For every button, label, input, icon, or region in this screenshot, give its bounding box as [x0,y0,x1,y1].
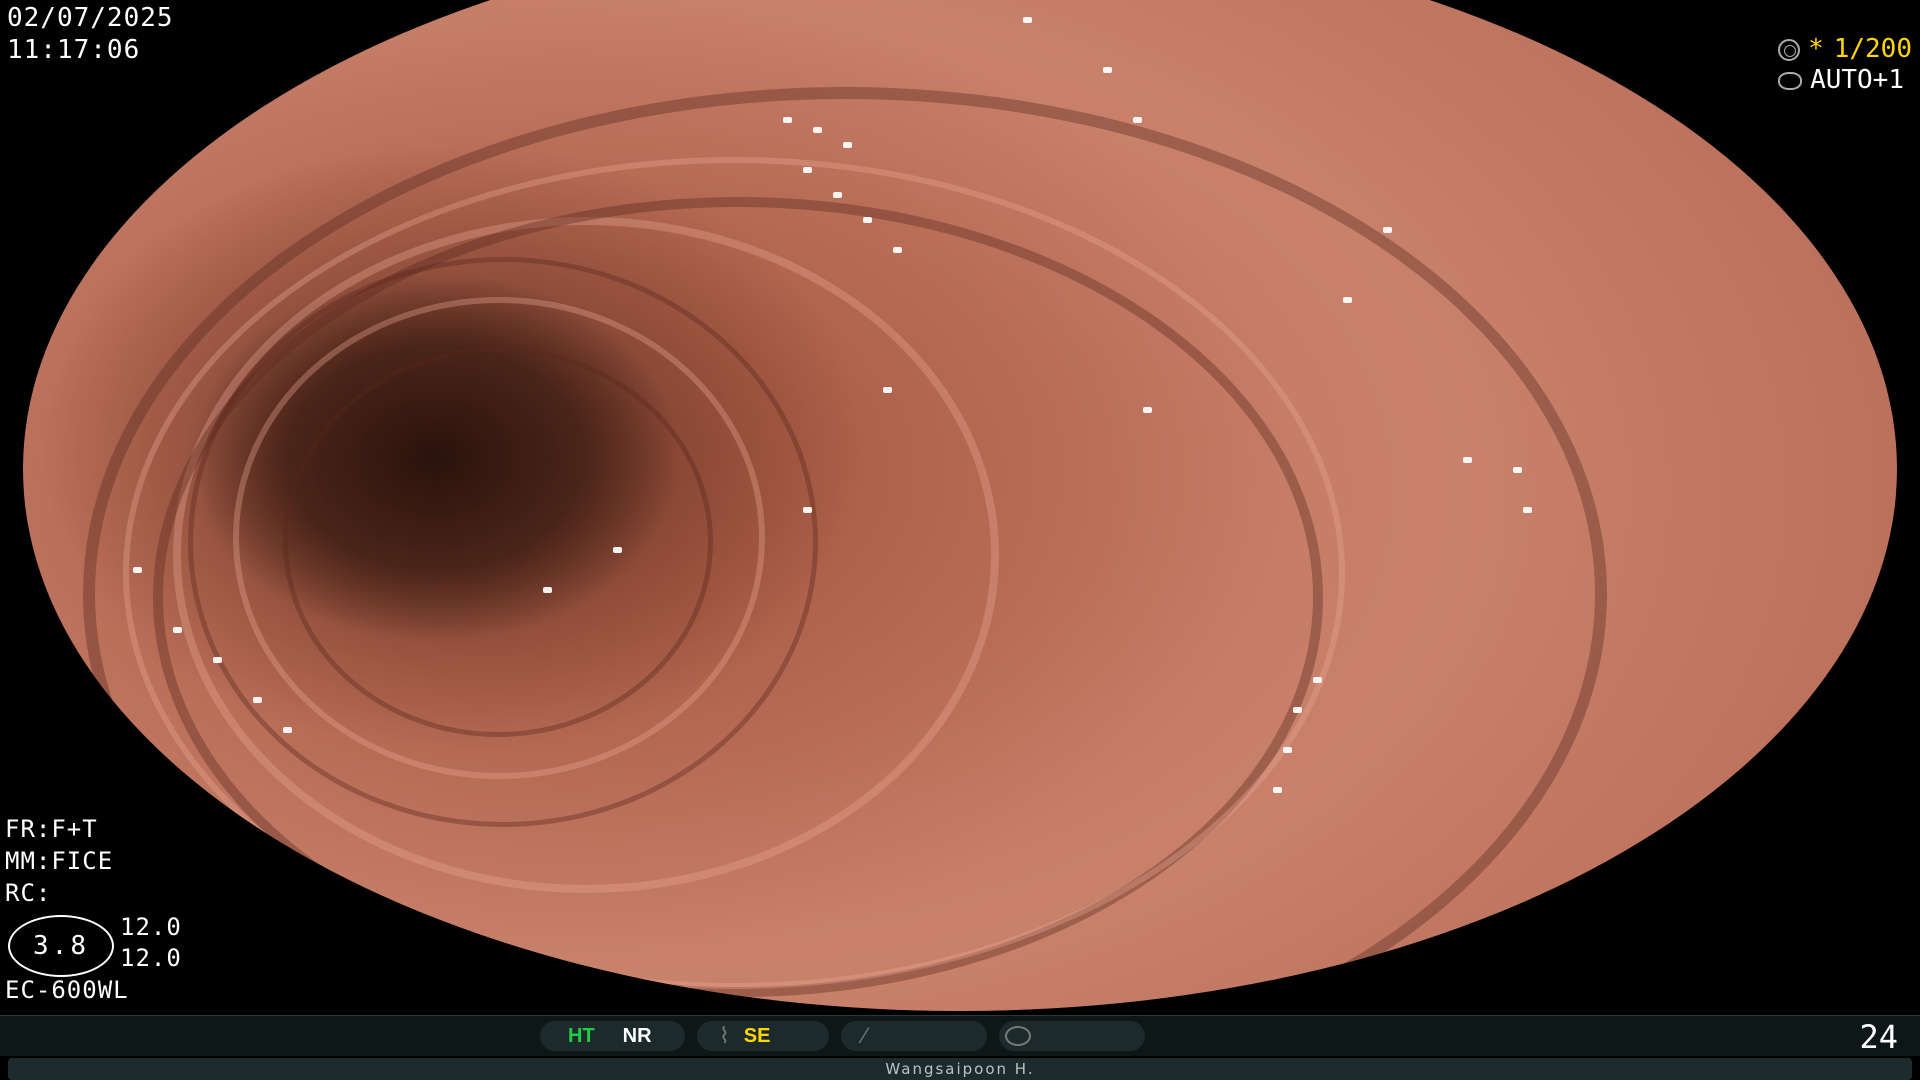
shutter-row: * 1/200 [1778,34,1912,65]
colon-fold [83,87,1607,1011]
exposure-panel: * 1/200 AUTO+1 [1778,34,1912,96]
shutter-icon [1778,38,1801,61]
shutter-star: * [1808,34,1824,64]
value-2: 12.0 [120,944,182,972]
light-reflection [843,142,852,148]
iris-value: 3.8 [8,915,114,977]
light-reflection [283,727,292,733]
light-reflection [833,192,842,198]
wave-icon: ⌇ [719,1023,730,1048]
light-reflection [783,117,792,123]
value-1: 12.0 [120,913,182,941]
light-reflection [1343,297,1352,303]
date-label: 02/07/2025 [7,3,174,33]
measurement-values: 12.0 12.0 [120,912,182,974]
light-reflection [813,127,822,133]
light-reflection [213,657,222,663]
light-reflection [1273,787,1282,793]
auto-exposure-icon [1778,71,1803,90]
fr-setting: FR:F+T [5,815,98,843]
operator-name: Wangsaipoon H. [8,1058,1912,1080]
ht-label: HT [568,1024,595,1047]
status-bar: HT NR ⌇ SE ⁄ 24 [0,1015,1920,1056]
auto-row: AUTO+1 [1778,65,1912,96]
light-reflection [543,587,552,593]
shutter-speed: 1/200 [1833,34,1912,64]
ht-nr-indicator: HT NR [540,1021,685,1051]
light-reflection [1143,407,1152,413]
light-reflection [1133,117,1142,123]
nr-label: NR [622,1024,652,1047]
light-reflection [803,167,812,173]
endoscopic-image [23,0,1897,1011]
light-reflection [253,697,262,703]
light-reflection [1023,17,1032,23]
light-reflection [613,547,622,553]
settings-panel: FR:F+T MM:FICE RC: [5,813,113,909]
frame-count: 24 [1859,1018,1898,1056]
light-reflection [1283,747,1292,753]
light-reflection [1293,707,1302,713]
date-time: 02/07/2025 11:17:06 [7,2,174,66]
mm-setting: MM:FICE [5,847,114,875]
light-reflection [173,627,182,633]
rc-setting: RC: [5,879,52,907]
light-reflection [1523,507,1532,513]
light-reflection [883,387,892,393]
iris-value-text: 3.8 [33,931,89,961]
slash-indicator: ⁄ [841,1021,987,1051]
dial-icon [1005,1026,1031,1046]
time-label: 11:17:06 [7,35,141,65]
light-reflection [1383,227,1392,233]
light-reflection [133,567,142,573]
auto-exposure-label: AUTO+1 [1810,65,1904,95]
light-reflection [1313,677,1322,683]
light-reflection [863,217,872,223]
light-reflection [1103,67,1112,73]
slash-icon: ⁄ [863,1023,867,1048]
scope-model: EC-600WL [5,976,129,1004]
se-label: SE [743,1024,771,1047]
light-reflection [1513,467,1522,473]
light-reflection [893,247,902,253]
se-indicator: ⌇ SE [697,1021,829,1051]
dial-indicator [999,1021,1145,1051]
light-reflection [803,507,812,513]
light-reflection [1463,457,1472,463]
